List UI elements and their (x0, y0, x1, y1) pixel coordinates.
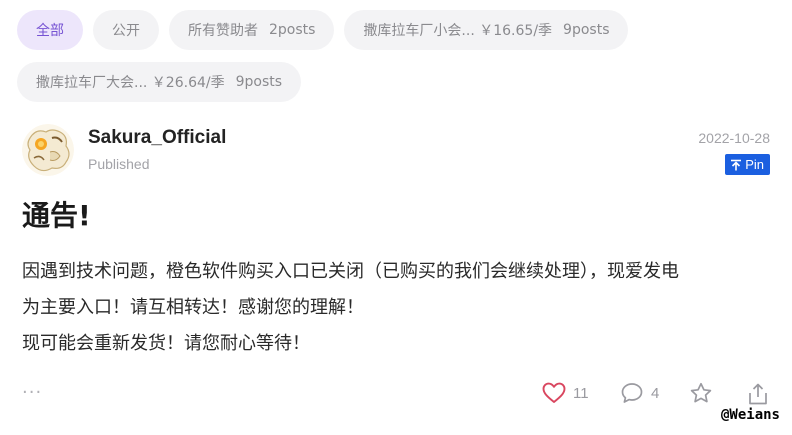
tab-all-sponsors[interactable]: 所有赞助者 2posts (169, 10, 335, 50)
post-body: 因遇到技术问题，橙色软件购买入口已关闭（已购买的我们会继续处理），现爱发电 为主… (22, 254, 782, 362)
share-button[interactable] (747, 382, 769, 406)
tab-count: 9posts (563, 22, 610, 38)
like-button[interactable]: 11 (542, 382, 589, 404)
tab-label: 撒库拉车厂小会... ￥16.65/季 (363, 23, 553, 39)
tab-small-tier[interactable]: 撒库拉车厂小会... ￥16.65/季 9posts (344, 10, 629, 50)
post-body-line: 因遇到技术问题，橙色软件购买入口已关闭（已购买的我们会继续处理），现爱发电 (22, 261, 679, 282)
post-body-line: 为主要入口！请互相转达！感谢您的理解！ (22, 297, 364, 318)
pin-badge: Pin (725, 154, 770, 175)
post-status: Published (88, 156, 150, 172)
pin-up-arrow-icon (730, 159, 742, 171)
heart-icon (542, 382, 566, 404)
avatar[interactable] (22, 124, 74, 176)
post-body-line: 现可能会重新发货！请您耐心等待！ (22, 333, 310, 354)
pin-label: Pin (745, 157, 764, 172)
share-icon (747, 382, 769, 406)
tab-label: 全部 (36, 23, 64, 39)
like-count: 11 (573, 384, 589, 402)
filter-tabs: 全部 公开 所有赞助者 2posts 撒库拉车厂小会... ￥16.65/季 9po… (17, 10, 777, 102)
speech-bubble-icon (620, 382, 644, 404)
tab-label: 撒库拉车厂大会... ￥26.64/季 (36, 75, 225, 91)
author-name[interactable]: Sakura_Official (88, 127, 226, 149)
more-dots-icon[interactable]: ··· (22, 382, 42, 403)
tab-count: 9posts (235, 74, 283, 90)
comment-button[interactable]: 4 (620, 382, 659, 404)
post-title: 通告! (22, 199, 91, 232)
tab-all[interactable]: 全部 (17, 10, 83, 50)
tab-count: 2posts (269, 22, 316, 38)
post-header: Sakura_Official Published 2022-10-28 Pin (22, 124, 770, 180)
comment-count: 4 (651, 384, 660, 402)
post-actions: ··· 11 4 (22, 380, 770, 414)
tab-label: 所有赞助者 (188, 23, 258, 39)
post-date: 2022-10-28 (698, 130, 770, 146)
tab-label: 公开 (112, 23, 140, 39)
tab-public[interactable]: 公开 (93, 10, 159, 50)
star-icon (689, 382, 713, 404)
favorite-button[interactable] (689, 382, 713, 404)
tab-large-tier[interactable]: 撒库拉车厂大会... ￥26.64/季 9posts (17, 62, 302, 102)
watermark: @Weians (720, 407, 780, 423)
